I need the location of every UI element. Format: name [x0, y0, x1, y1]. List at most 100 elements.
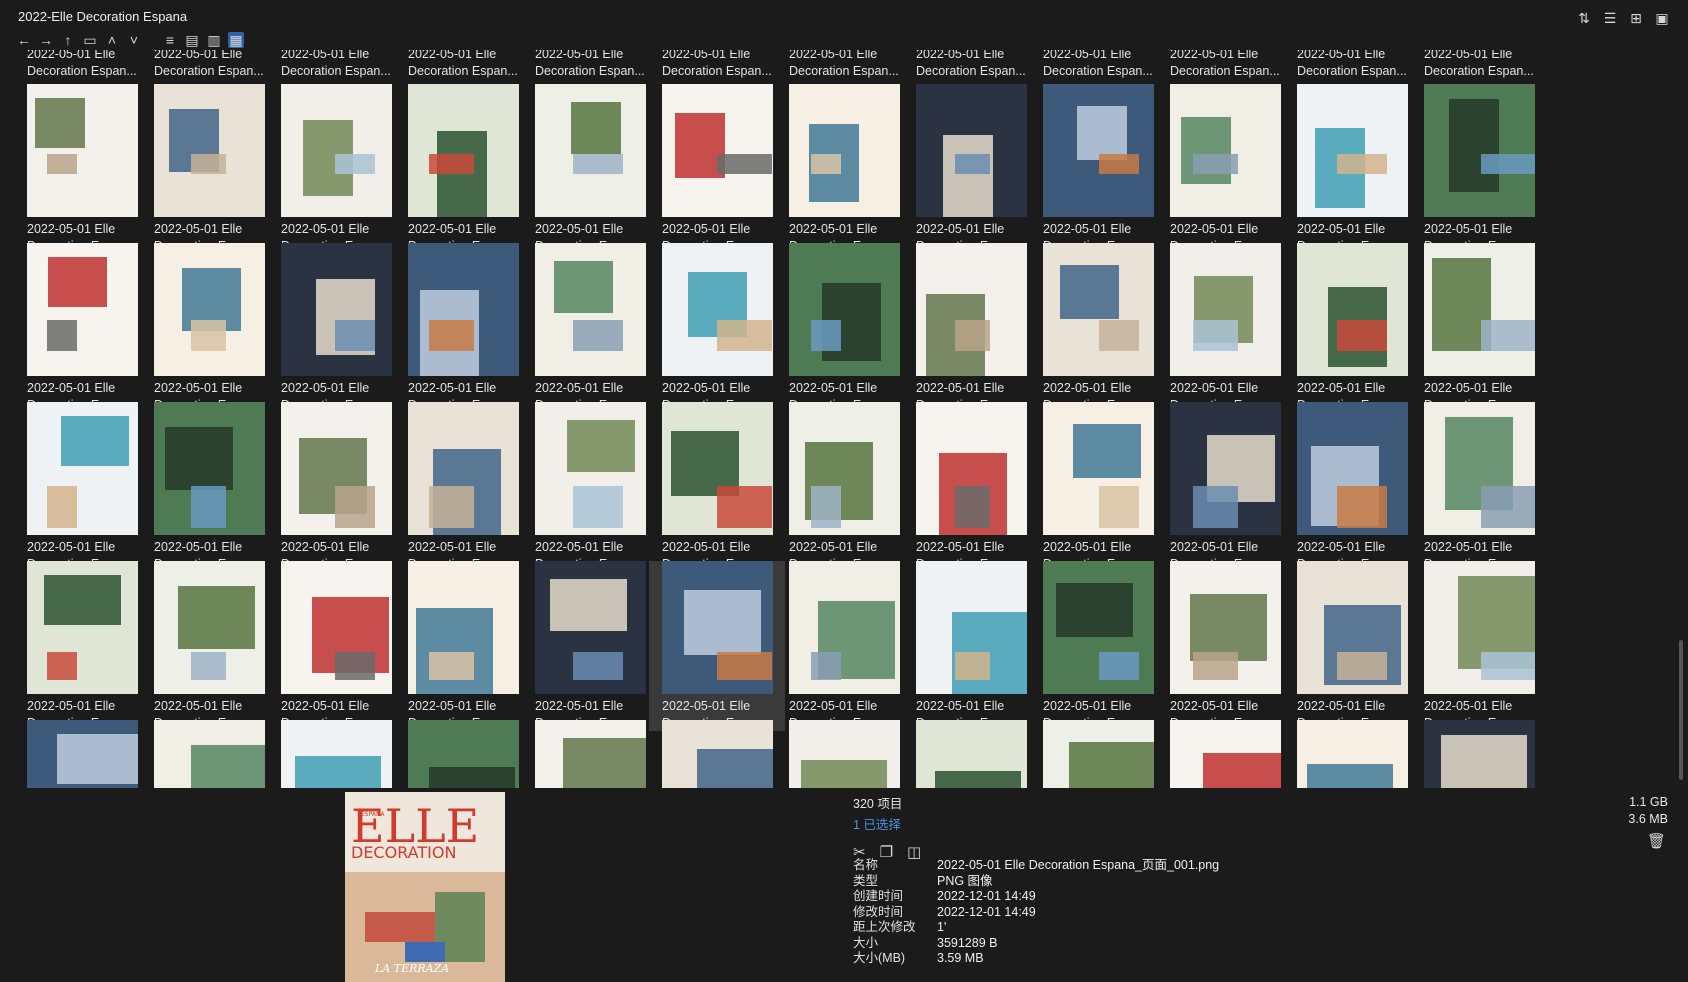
grid-item[interactable]: 2022-05-01 ElleDecoration Espan... — [903, 402, 1039, 572]
grid-item[interactable]: 2022-05-01 ElleDecoration Espan... — [395, 84, 531, 254]
folder-icon[interactable]: ▭ — [82, 32, 98, 48]
grid-item-partial[interactable]: 2022-05-01 Elle Decoration Espan... — [281, 50, 409, 80]
details-view-icon[interactable]: ☰ — [1602, 10, 1618, 26]
grid-item[interactable]: 2022-05-01 ElleDecoration Espan... — [141, 561, 277, 731]
page-thumbnail — [789, 84, 900, 217]
grid-item[interactable]: 2022-05-01 ElleDecoration Espan... — [522, 243, 658, 413]
grid-item[interactable]: 2022-05-01 ElleDecoration Espan... — [268, 243, 404, 413]
grid-item[interactable]: 2022-05-01 ElleDecoration Espan... — [395, 402, 531, 572]
grid-item[interactable]: 2022-05-01 ElleDecoration Espan... — [395, 720, 531, 788]
grid-item[interactable]: 2022-05-01 ElleDecoration Espan... — [14, 84, 150, 254]
grid-item[interactable]: 2022-05-01 ElleDecoration Espan... — [1411, 243, 1547, 413]
grid-item[interactable]: 2022-05-01 ElleDecoration Espan... — [141, 243, 277, 413]
arrow-right-icon[interactable]: → — [38, 32, 54, 48]
grid-item[interactable]: 2022-05-01 ElleDecoration Espan... — [522, 561, 658, 731]
property-key: 类型 — [853, 873, 879, 888]
grid-item[interactable]: 2022-05-01 ElleDecoration Espan... — [141, 84, 277, 254]
grid-item-partial[interactable]: 2022-05-01 Elle Decoration Espan... — [1297, 50, 1425, 80]
grid-item-partial[interactable]: 2022-05-01 Elle Decoration Espan... — [1170, 50, 1298, 80]
chevron-down-icon[interactable]: ˅ — [126, 32, 142, 48]
grid-item[interactable]: 2022-05-01 ElleDecoration Espan... — [1030, 84, 1166, 254]
grid-item[interactable]: 2022-05-01 ElleDecoration Espan... — [1411, 84, 1547, 254]
tree-view-icon[interactable]: ▥ — [206, 32, 222, 48]
grid-item[interactable]: 2022-05-01 ElleDecoration Espan... — [1157, 561, 1293, 731]
grid-item-partial[interactable]: 2022-05-01 Elle Decoration Espan... — [154, 50, 282, 80]
grid-item[interactable]: 2022-05-01 ElleDecoration Espan... — [1411, 561, 1547, 731]
grid-item[interactable]: 2022-05-01 ElleDecoration Espan... — [1030, 243, 1166, 413]
grid-item[interactable]: 2022-05-01 ElleDecoration Espan... — [141, 402, 277, 572]
grid-item[interactable]: 2022-05-01 ElleDecoration Espan... — [268, 720, 404, 788]
grid-item[interactable]: 2022-05-01 ElleDecoration Espan... — [1411, 402, 1547, 572]
grid-item[interactable]: 2022-05-01 ElleDecoration Espan... — [649, 720, 785, 788]
item-label-line2: Decoration Espan... — [154, 64, 264, 78]
grid-item[interactable]: 2022-05-01 ElleDecoration Espan... — [268, 561, 404, 731]
item-label-line2: Decoration Espan... — [281, 64, 391, 78]
grid-item[interactable]: 2022-05-01 ElleDecoration Espan... — [522, 720, 658, 788]
page-thumbnail — [535, 84, 646, 217]
grid-item-partial[interactable]: 2022-05-01 Elle Decoration Espan... — [27, 50, 155, 80]
grid-item[interactable]: 2022-05-01 ElleDecoration Espan... — [1157, 84, 1293, 254]
trash-icon[interactable]: 🗑 — [1647, 832, 1666, 850]
grid-item-partial[interactable]: 2022-05-01 Elle Decoration Espan... — [408, 50, 536, 80]
grid-item[interactable]: 2022-05-01 ElleDecoration Espan... — [903, 84, 1039, 254]
grid-item[interactable]: 2022-05-01 ElleDecoration Espan... — [1157, 243, 1293, 413]
grid-item[interactable]: 2022-05-01 ElleDecoration Espan... — [776, 243, 912, 413]
scrollbar-thumb[interactable] — [1679, 640, 1683, 780]
chevron-up-icon[interactable]: ˄ — [104, 32, 120, 48]
selected-count: 1 已选择 — [853, 818, 901, 832]
thumbnail-view-icon[interactable]: ▦ — [228, 32, 244, 48]
grid-item[interactable]: 2022-05-01 ElleDecoration Espan... — [1030, 720, 1166, 788]
grid-item-partial[interactable]: 2022-05-01 Elle Decoration Espan... — [535, 50, 663, 80]
grid-item[interactable]: 2022-05-01 ElleDecoration Espan... — [1157, 720, 1293, 788]
arrow-left-icon[interactable]: ← — [16, 32, 32, 48]
grid-item[interactable]: 2022-05-01 ElleDecoration Espan... — [649, 561, 785, 731]
grid-item-partial[interactable]: 2022-05-01 Elle Decoration Espan... — [916, 50, 1044, 80]
grid-item[interactable]: 2022-05-01 ElleDecoration Espan... — [1411, 720, 1547, 788]
new-tab-icon[interactable]: ⊞ — [1628, 10, 1644, 26]
grid-item[interactable]: 2022-05-01 ElleDecoration Espan... — [1284, 84, 1420, 254]
grid-item[interactable]: 2022-05-01 ElleDecoration Espan... — [1284, 243, 1420, 413]
grid-item[interactable]: 2022-05-01 ElleDecoration Espan... — [776, 720, 912, 788]
grid-item-partial[interactable]: 2022-05-01 Elle Decoration Espan... — [1043, 50, 1171, 80]
grid-item[interactable]: 2022-05-01 ElleDecoration Espan... — [1284, 402, 1420, 572]
page-thumbnail — [154, 84, 265, 217]
grid-item[interactable]: 2022-05-01 ElleDecoration Espan... — [903, 561, 1039, 731]
grid-item[interactable]: 2022-05-01 ElleDecoration Espan... — [522, 84, 658, 254]
grid-item[interactable]: 2022-05-01 ElleDecoration Espan... — [522, 402, 658, 572]
grid-item[interactable]: 2022-05-01 ElleDecoration Espan... — [649, 84, 785, 254]
grid-item[interactable]: 2022-05-01 ElleDecoration Espan... — [1030, 402, 1166, 572]
grid-item[interactable]: 2022-05-01 ElleDecoration Espan... — [14, 243, 150, 413]
grid-item[interactable]: 2022-05-01 ElleDecoration Espan... — [1030, 561, 1166, 731]
grid-item[interactable]: 2022-05-01 ElleDecoration Espan... — [1157, 402, 1293, 572]
grid-item[interactable]: 2022-05-01 ElleDecoration Espan... — [395, 243, 531, 413]
grid-item-partial[interactable]: 2022-05-01 Elle Decoration Espan... — [789, 50, 917, 80]
clipboard-icon[interactable]: ▣ — [1654, 10, 1670, 26]
page-thumbnail — [789, 720, 900, 788]
grid-item[interactable]: 2022-05-01 ElleDecoration Espan... — [268, 84, 404, 254]
grid-item[interactable]: 2022-05-01 ElleDecoration Espan... — [14, 720, 150, 788]
grid-item-partial[interactable]: 2022-05-01 Elle Decoration Espan... — [1424, 50, 1552, 80]
arrow-up-icon[interactable]: ↑ — [60, 32, 76, 48]
grid-item[interactable]: 2022-05-01 ElleDecoration Espan... — [776, 84, 912, 254]
property-row: 距上次修改 1' — [853, 920, 1219, 936]
detail-view-icon[interactable]: ▤ — [184, 32, 200, 48]
grid-item[interactable]: 2022-05-01 ElleDecoration Espan... — [14, 402, 150, 572]
grid-item[interactable]: 2022-05-01 ElleDecoration Espan... — [776, 561, 912, 731]
sort-icon[interactable]: ⇅ — [1576, 10, 1592, 26]
grid-item[interactable]: 2022-05-01 ElleDecoration Espan... — [141, 720, 277, 788]
grid-item-partial[interactable]: 2022-05-01 Elle Decoration Espan... — [662, 50, 790, 80]
item-label-line1: 2022-05-01 Elle — [1170, 699, 1259, 713]
grid-item[interactable]: 2022-05-01 ElleDecoration Espan... — [903, 243, 1039, 413]
grid-item[interactable]: 2022-05-01 ElleDecoration Espan... — [649, 402, 785, 572]
item-label-line2: Decoration Espan... — [535, 64, 645, 78]
list-view-icon[interactable]: ≡ — [162, 32, 178, 48]
grid-item[interactable]: 2022-05-01 ElleDecoration Espan... — [268, 402, 404, 572]
grid-item[interactable]: 2022-05-01 ElleDecoration Espan... — [1284, 720, 1420, 788]
grid-item[interactable]: 2022-05-01 ElleDecoration Espan... — [14, 561, 150, 731]
grid-item[interactable]: 2022-05-01 ElleDecoration Espan... — [395, 561, 531, 731]
item-label-line1: 2022-05-01 Elle — [789, 381, 878, 395]
grid-item[interactable]: 2022-05-01 ElleDecoration Espan... — [649, 243, 785, 413]
grid-item[interactable]: 2022-05-01 ElleDecoration Espan... — [903, 720, 1039, 788]
grid-item[interactable]: 2022-05-01 ElleDecoration Espan... — [1284, 561, 1420, 731]
grid-item[interactable]: 2022-05-01 ElleDecoration Espan... — [776, 402, 912, 572]
